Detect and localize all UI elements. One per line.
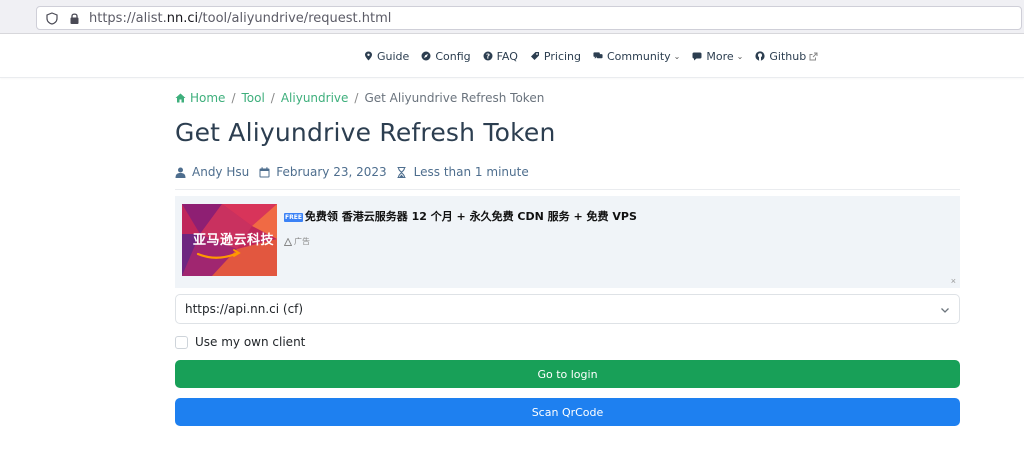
site-navbar: Guide Config ? FAQ Pricing Community ⌄ M… (0, 34, 1024, 78)
nav-links: Guide Config ? FAQ Pricing Community ⌄ M… (363, 34, 822, 78)
ad-brand-text: 亚马逊云科技 (193, 233, 275, 248)
lock-icon[interactable] (67, 11, 81, 25)
publish-date: February 23, 2023 (276, 165, 387, 179)
breadcrumb-current: Get Aliyundrive Refresh Token (364, 91, 545, 105)
own-client-option: Use my own client (175, 335, 305, 349)
url-text[interactable]: https://alist.nn.ci/tool/aliyundrive/req… (89, 11, 391, 26)
own-client-label[interactable]: Use my own client (195, 335, 305, 349)
nav-item-config[interactable]: Config (421, 49, 471, 63)
url-host: nn.ci (166, 10, 199, 26)
page-title: Get Aliyundrive Refresh Token (175, 118, 556, 147)
url-prefix: https://alist. (89, 10, 167, 26)
nav-item-more[interactable]: More ⌄ (692, 50, 743, 63)
breadcrumb-separator: / (231, 91, 236, 105)
svg-text:?: ? (486, 53, 490, 61)
nav-label: Github (769, 49, 807, 63)
go-to-login-button[interactable]: Go to login (175, 360, 960, 388)
breadcrumb-tool[interactable]: Tool (241, 91, 264, 105)
home-icon (175, 93, 186, 103)
reading-time: Less than 1 minute (413, 165, 529, 179)
tag-icon (530, 51, 540, 61)
breadcrumb: Home / Tool / Aliyundrive / Get Aliyundr… (175, 91, 544, 105)
nav-item-faq[interactable]: ? FAQ (483, 50, 518, 63)
nav-label: Guide (377, 49, 410, 63)
nav-label: Config (435, 49, 471, 63)
chevron-down-icon: ⌄ (673, 51, 681, 61)
breadcrumb-separator: / (354, 91, 359, 105)
breadcrumb-home[interactable]: Home (190, 91, 225, 105)
url-path: /tool/aliyundrive/request.html (198, 10, 392, 26)
nav-label: Pricing (543, 49, 581, 63)
nav-label: More (706, 49, 734, 63)
question-circle-icon: ? (483, 51, 493, 61)
ad-title-text: 免费领 香港云服务器 12 个月 + 永久免费 CDN 服务 + 免费 VPS (304, 210, 637, 223)
github-icon (755, 51, 765, 61)
nav-item-github[interactable]: Github (755, 50, 822, 63)
compass-icon (421, 51, 431, 61)
advertisement[interactable]: 亚马逊云科技 FREE 免费领 香港云服务器 12 个月 + 永久免费 CDN 服… (175, 196, 960, 288)
author-name: Andy Hsu (192, 165, 250, 179)
nav-item-pricing[interactable]: Pricing (530, 50, 581, 63)
ad-title[interactable]: FREE 免费领 香港云服务器 12 个月 + 永久免费 CDN 服务 + 免费 … (284, 208, 637, 224)
meta-author: Andy Hsu (175, 165, 249, 179)
nav-item-community[interactable]: Community ⌄ (593, 50, 680, 63)
api-select[interactable]: https://api.nn.ci (cf) (175, 294, 960, 324)
breadcrumb-separator: / (270, 91, 275, 105)
address-bar[interactable]: https://alist.nn.ci/tool/aliyundrive/req… (36, 6, 1022, 30)
breadcrumb-aliyundrive[interactable]: Aliyundrive (281, 91, 349, 105)
chevron-down-icon: ⌄ (736, 51, 744, 61)
free-badge-icon: FREE (284, 212, 303, 222)
hourglass-icon (397, 166, 408, 178)
user-icon (175, 167, 186, 178)
browser-toolbar: https://alist.nn.ci/tool/aliyundrive/req… (0, 0, 1024, 34)
own-client-checkbox[interactable] (175, 335, 188, 349)
meta-reading-time: Less than 1 minute (397, 165, 529, 179)
scan-qrcode-button[interactable]: Scan QrCode (175, 398, 960, 426)
chevron-down-icon (940, 304, 950, 314)
meta-date: February 23, 2023 (259, 165, 387, 179)
ad-label: 广告 (284, 236, 310, 247)
divider (175, 189, 960, 190)
article-meta: Andy Hsu February 23, 2023 Less than 1 m… (175, 165, 539, 179)
warning-icon (284, 237, 292, 246)
external-link-icon (808, 51, 818, 61)
comments-icon (593, 51, 603, 61)
map-marker-icon (363, 51, 373, 61)
calendar-icon (259, 166, 270, 178)
api-select-value: https://api.nn.ci (cf) (185, 302, 304, 316)
shield-icon[interactable] (45, 11, 59, 25)
ad-label-text: 广告 (294, 237, 310, 246)
message-icon (692, 51, 702, 61)
nav-label: Community (607, 49, 671, 63)
nav-label: FAQ (496, 49, 518, 63)
close-icon[interactable]: × (951, 276, 956, 286)
nav-item-guide[interactable]: Guide (363, 50, 409, 63)
ad-image[interactable]: 亚马逊云科技 (182, 204, 277, 276)
